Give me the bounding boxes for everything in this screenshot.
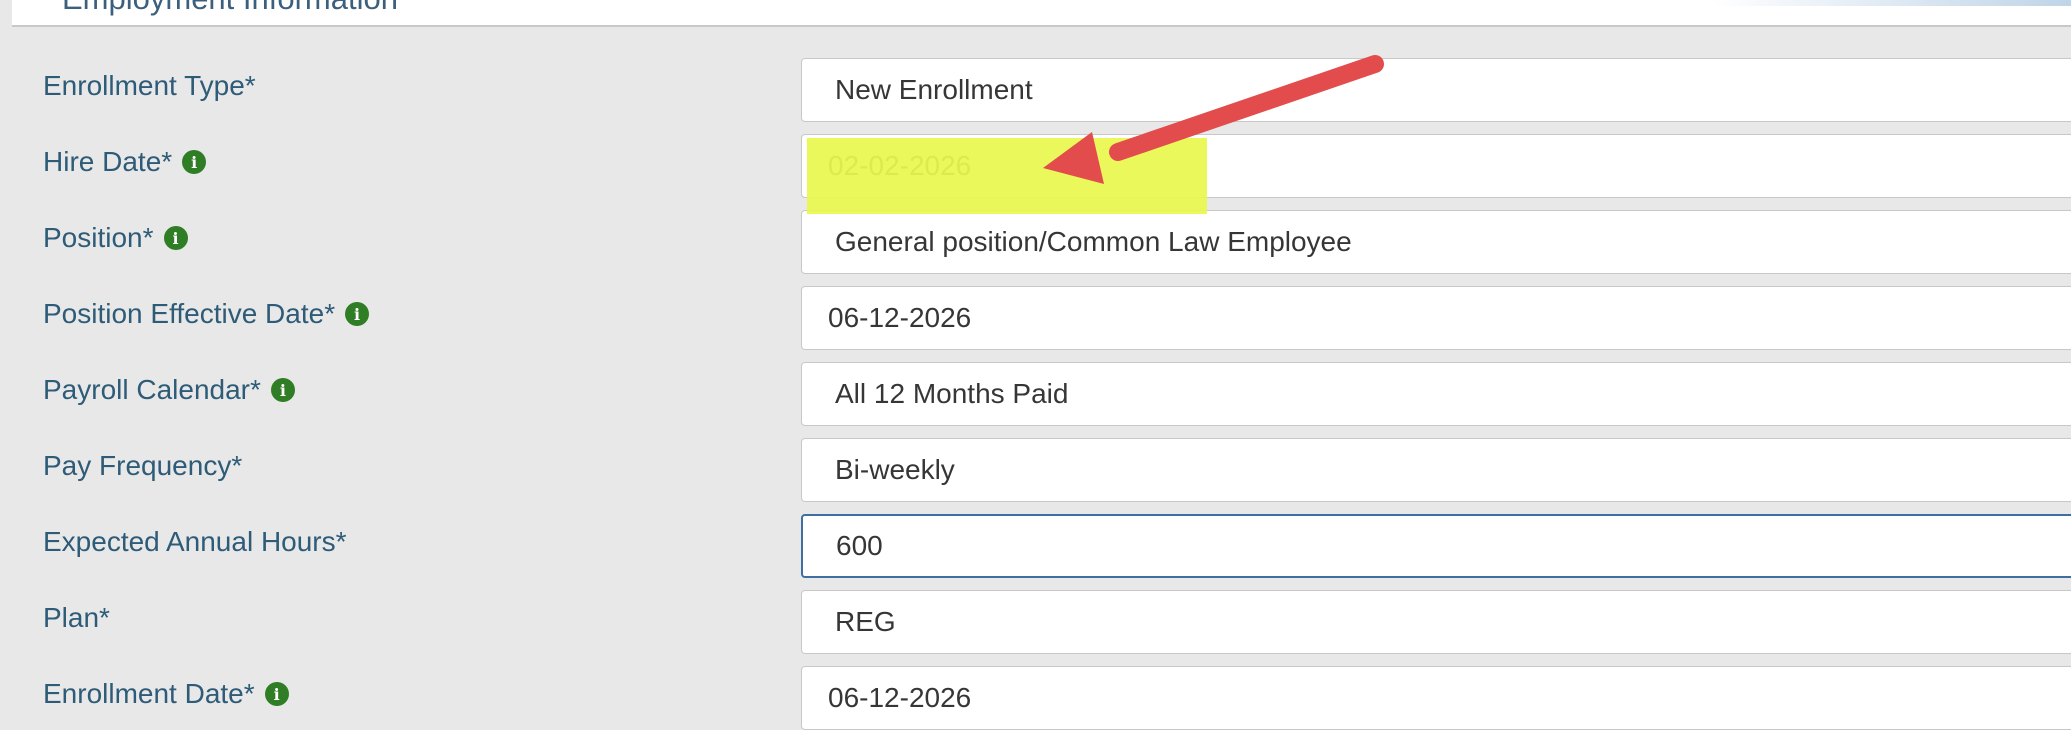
position-label: Position* i: [43, 222, 188, 254]
hire-date-label: Hire Date* i: [43, 146, 207, 178]
plan-row: Plan* REG: [0, 590, 2071, 666]
expected-annual-hours-label: Expected Annual Hours*: [43, 526, 347, 558]
info-icon[interactable]: i: [264, 682, 289, 706]
enrollment-date-label-text: Enrollment Date*: [43, 678, 255, 709]
position-effective-date-row: Position Effective Date* i 06-12-2026: [0, 286, 2071, 362]
position-label-text: Position*: [43, 222, 154, 253]
enrollment-type-row: Enrollment Type* New Enrollment: [0, 58, 2071, 134]
position-effective-date-label-text: Position Effective Date*: [43, 298, 336, 329]
payroll-calendar-row: Payroll Calendar* i All 12 Months Paid: [0, 362, 2071, 438]
payroll-calendar-label-text: Payroll Calendar*: [43, 374, 261, 405]
payroll-calendar-label: Payroll Calendar* i: [43, 374, 295, 406]
enrollment-date-field[interactable]: 06-12-2026: [801, 666, 2071, 730]
enrollment-type-label-text: Enrollment Type*: [43, 70, 256, 101]
enrollment-type-label: Enrollment Type*: [43, 70, 256, 102]
employment-information-page: Employment Information Enrollment Type* …: [0, 0, 2071, 730]
hire-date-row: Hire Date* i 02-02-2026: [0, 134, 2071, 210]
info-icon[interactable]: i: [270, 378, 295, 402]
pay-frequency-row: Pay Frequency* Bi-weekly: [0, 438, 2071, 514]
enrollment-date-label: Enrollment Date* i: [43, 678, 289, 710]
pay-frequency-label-text: Pay Frequency*: [43, 450, 243, 481]
plan-label-text: Plan*: [43, 602, 110, 633]
header-accent: [1711, 0, 2071, 6]
expected-annual-hours-row: Expected Annual Hours* 600: [0, 514, 2071, 590]
hire-date-field[interactable]: 02-02-2026: [801, 134, 2071, 198]
position-row: Position* i General position/Common Law …: [0, 210, 2071, 286]
position-field[interactable]: General position/Common Law Employee: [801, 210, 2071, 274]
position-effective-date-label: Position Effective Date* i: [43, 298, 370, 330]
hire-date-label-text: Hire Date*: [43, 146, 173, 177]
position-effective-date-field[interactable]: 06-12-2026: [801, 286, 2071, 350]
plan-field[interactable]: REG: [801, 590, 2071, 654]
expected-annual-hours-field[interactable]: 600: [801, 514, 2071, 578]
enrollment-type-field[interactable]: New Enrollment: [801, 58, 2071, 122]
expected-annual-hours-label-text: Expected Annual Hours*: [43, 526, 347, 557]
info-icon[interactable]: i: [163, 226, 188, 250]
pay-frequency-label: Pay Frequency*: [43, 450, 242, 482]
section-header: Employment Information: [12, 0, 2071, 27]
plan-label: Plan*: [43, 602, 110, 634]
section-title: Employment Information: [62, 0, 398, 17]
enrollment-date-row: Enrollment Date* i 06-12-2026: [0, 666, 2071, 730]
payroll-calendar-field[interactable]: All 12 Months Paid: [801, 362, 2071, 426]
info-icon[interactable]: i: [182, 150, 207, 174]
info-icon[interactable]: i: [345, 302, 370, 326]
pay-frequency-field[interactable]: Bi-weekly: [801, 438, 2071, 502]
